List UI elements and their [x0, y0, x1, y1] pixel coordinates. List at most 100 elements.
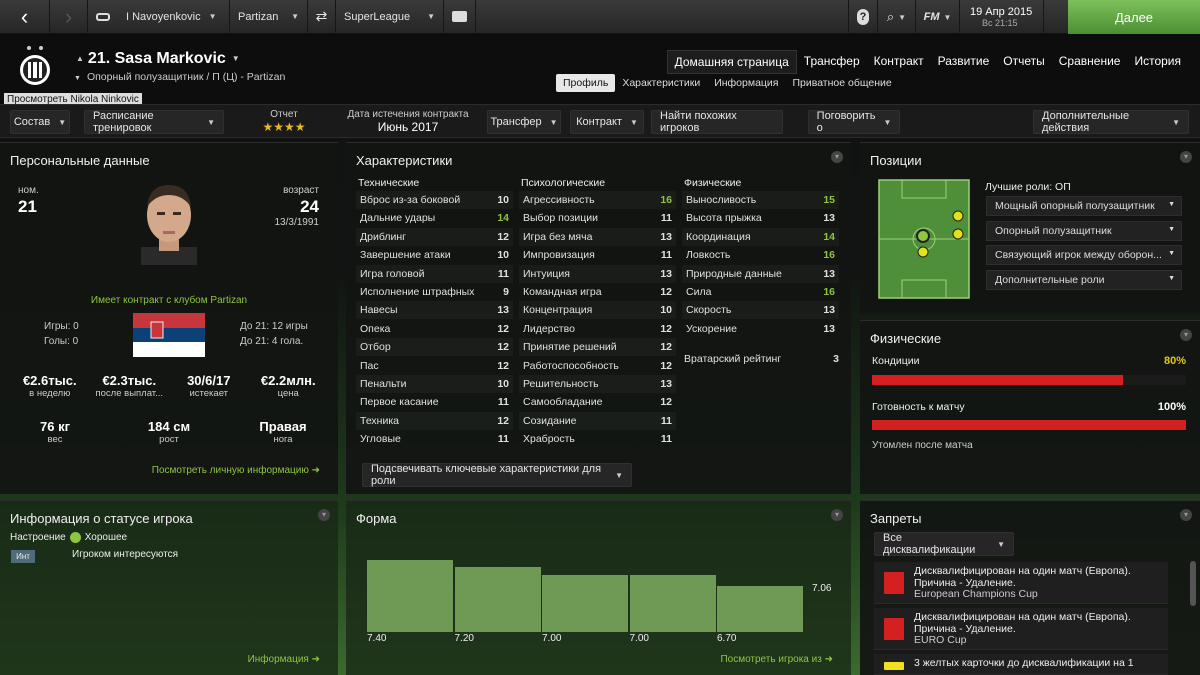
attribute-row[interactable]: Выбор позиции 11	[519, 209, 676, 227]
ban-item[interactable]: Дисквалифицирован на один матч (Европа).…	[874, 562, 1168, 604]
status-info-link[interactable]: Информация ➜	[248, 654, 320, 665]
search-icon[interactable]: ⌕ ▼	[878, 0, 916, 34]
attribute-label: Высота прыжка	[686, 212, 762, 225]
attribute-row[interactable]: Импровизация 11	[519, 246, 676, 264]
close-icon[interactable]: ▾	[1180, 151, 1192, 163]
club-menu[interactable]: Partizan ▼	[230, 0, 308, 34]
attribute-row[interactable]: Навесы 13	[356, 301, 513, 319]
nav-item[interactable]: История	[1127, 50, 1188, 74]
form-bar[interactable]	[367, 559, 453, 632]
attribute-row[interactable]: Работоспособность 12	[519, 357, 676, 375]
fm-menu[interactable]: FM ▼	[916, 0, 960, 34]
player-title[interactable]: ▲ 21. Sasa Markovic ▼	[76, 50, 240, 68]
attribute-row[interactable]: Командная игра 12	[519, 283, 676, 301]
nav-item[interactable]: Трансфер	[797, 50, 867, 74]
age-value: 24	[300, 197, 319, 216]
highlight-roles-button[interactable]: Подсвечивать ключевые характеристики для…	[362, 463, 632, 487]
role-dropdown[interactable]: Опорный полузащитник ▼	[986, 220, 1182, 241]
attribute-row[interactable]: Угловые 11	[356, 430, 513, 448]
attribute-row[interactable]: Высота прыжка 13	[682, 209, 839, 227]
personal-info-link[interactable]: Посмотреть личную информацию ➜	[152, 465, 320, 476]
attribute-row[interactable]: Исполнение штрафных 9	[356, 283, 513, 301]
chat-icon[interactable]	[444, 0, 476, 34]
attribute-row[interactable]: Концентрация 10	[519, 301, 676, 319]
attribute-row[interactable]: Принятие решений 12	[519, 338, 676, 356]
ban-item[interactable]: Дисквалифицирован на один матч (Европа).…	[874, 608, 1168, 650]
transfer-button[interactable]: Трансфер ▼	[487, 110, 561, 134]
interest-badge: Инт	[11, 550, 35, 563]
attribute-row[interactable]: Лидерство 12	[519, 320, 676, 338]
attribute-row[interactable]: Решительность 13	[519, 375, 676, 393]
attribute-row[interactable]: Агрессивность 16	[519, 191, 676, 209]
attribute-row[interactable]: Созидание 11	[519, 412, 676, 430]
role-dropdown[interactable]: Дополнительные роли ▼	[986, 269, 1182, 290]
bans-scrollbar[interactable]	[1190, 561, 1196, 606]
view-player-link[interactable]: Посмотреть игрока из ➜	[720, 654, 833, 665]
form-bar[interactable]	[629, 575, 716, 632]
attribute-row[interactable]: Игра без мяча 13	[519, 228, 676, 246]
squad-button[interactable]: Состав ▼	[10, 110, 70, 134]
attribute-row[interactable]: Техника 12	[356, 412, 513, 430]
attribute-row[interactable]: Дальние удары 14	[356, 209, 513, 227]
attribute-label: Игра головой	[360, 267, 425, 280]
forward-button[interactable]: ›	[50, 0, 88, 34]
league-menu[interactable]: SuperLeague ▼	[336, 0, 444, 34]
more-actions-button[interactable]: Дополнительные действия ▼	[1033, 110, 1189, 134]
form-bar[interactable]	[542, 575, 628, 632]
close-icon[interactable]: ▾	[318, 509, 330, 521]
form-bar[interactable]	[717, 586, 803, 632]
role-dropdown[interactable]: Связующий игрок между оборон... ▼	[986, 245, 1182, 265]
attribute-row[interactable]: Игра головой 11	[356, 265, 513, 283]
form-bar[interactable]	[454, 567, 541, 632]
attribute-row[interactable]: Дриблинг 12	[356, 228, 513, 246]
close-icon[interactable]: ▾	[831, 509, 843, 521]
subnav-item[interactable]: Профиль	[556, 74, 616, 92]
nav-item[interactable]: Контракт	[867, 50, 931, 74]
report[interactable]: Отчет ★★★★	[250, 109, 318, 134]
attribute-row[interactable]: Самообладание 12	[519, 393, 676, 411]
attribute-row[interactable]: Скорость 13	[682, 301, 839, 319]
back-button[interactable]: ‹	[0, 0, 50, 34]
attribute-row[interactable]: Первое касание 11	[356, 393, 513, 411]
body-item: 76 кг вес	[20, 419, 90, 445]
close-icon[interactable]: ▾	[831, 151, 843, 163]
close-icon[interactable]: ▾	[1180, 509, 1192, 521]
attribute-row[interactable]: Выносливость 15	[682, 191, 839, 209]
attribute-value: 13	[660, 267, 672, 280]
similar-players-button[interactable]: Найти похожих игроков	[651, 110, 783, 134]
attribute-row[interactable]: Пас 12	[356, 357, 513, 375]
swap-icon[interactable]: ⇄	[308, 0, 336, 34]
attribute-row[interactable]: Природные данные 13	[682, 265, 839, 283]
bans-filter[interactable]: Все дисквалификации ▼	[874, 532, 1014, 556]
nav-item[interactable]: Отчеты	[996, 50, 1051, 74]
subnav-item[interactable]: Характеристики	[615, 74, 707, 92]
manager-menu[interactable]: I Navoyenkovic ▼	[88, 0, 230, 34]
contract-button[interactable]: Контракт ▼	[570, 110, 644, 134]
attribute-row[interactable]: Храбрость 11	[519, 430, 676, 448]
attribute-row[interactable]: Завершение атаки 10	[356, 246, 513, 264]
attribute-row[interactable]: Интуиция 13	[519, 265, 676, 283]
subnav-item[interactable]: Приватное общение	[785, 74, 898, 92]
training-button[interactable]: Расписание тренировок ▼	[84, 110, 224, 134]
attribute-row[interactable]: Пенальти 10	[356, 375, 513, 393]
ban-item[interactable]: 3 желтых карточки до дисквалификации на …	[874, 654, 1168, 675]
red-card-icon	[884, 618, 904, 640]
subnav-item[interactable]: Информация	[707, 74, 785, 92]
nav-item[interactable]: Развитие	[931, 50, 997, 74]
attribute-row[interactable]: Координация 14	[682, 228, 839, 246]
attribute-row[interactable]: Ускорение 13	[682, 320, 839, 338]
talk-button[interactable]: Поговорить о ▼	[808, 110, 900, 134]
attribute-row[interactable]: Опека 12	[356, 320, 513, 338]
role-dropdown[interactable]: Мощный опорный полузащитник ▼	[986, 196, 1182, 216]
attribute-row[interactable]: Сила 16	[682, 283, 839, 301]
attribute-row[interactable]: Ловкость 16	[682, 246, 839, 264]
nav-item[interactable]: Домашняя страница	[666, 50, 797, 74]
pitch[interactable]	[878, 179, 970, 299]
attribute-row[interactable]: Вброс из-за боковой 10	[356, 191, 513, 209]
continue-button[interactable]: Далее	[1068, 0, 1200, 34]
help-icon[interactable]: ?	[848, 0, 878, 34]
nav-item[interactable]: Сравнение	[1052, 50, 1128, 74]
attribute-row[interactable]: Отбор 12	[356, 338, 513, 356]
date-display[interactable]: 19 Апр 2015 Вс 21:15	[960, 0, 1044, 34]
close-icon[interactable]: ▾	[1180, 329, 1192, 341]
